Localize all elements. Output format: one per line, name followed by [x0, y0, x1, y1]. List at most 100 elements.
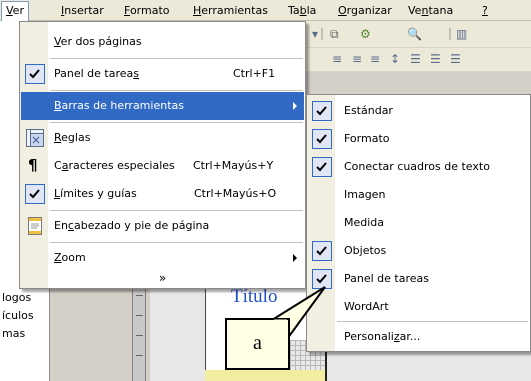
rulers-icon — [26, 129, 44, 147]
label-rest: oom — [61, 251, 86, 264]
label-pre: En — [54, 219, 68, 232]
menu-tabla-key: b — [299, 4, 307, 17]
label-pre: C — [54, 159, 62, 172]
left-pane-item[interactable]: ículos — [2, 309, 34, 322]
bullets-icon[interactable]: ☰ — [430, 52, 441, 66]
line-spacing-icon[interactable]: ↕ — [390, 52, 400, 66]
menu-herramientas[interactable]: Herramientas — [193, 4, 268, 17]
menu-separator — [50, 122, 303, 123]
menu-ayuda[interactable]: ? — [482, 4, 488, 17]
checkmark-icon — [312, 157, 332, 177]
left-pane-item[interactable]: mas — [2, 327, 25, 340]
menu-item-label: Barras de herramientas — [54, 99, 184, 112]
standard-toolbar: ▾ | ⧉ ⚙ 🔍 | ▥ — [300, 24, 531, 48]
menu-item-zoom[interactable]: Zoom — [21, 244, 304, 272]
menu-insertar[interactable]: Insertar — [61, 4, 104, 17]
submenu-item-conectar-cuadros[interactable]: Conectar cuadros de texto — [308, 153, 529, 181]
align-right-icon[interactable]: ≡ — [352, 52, 362, 66]
menu-separator — [50, 58, 303, 59]
label-key: s — [133, 67, 139, 80]
submenu-arrow-icon — [293, 102, 297, 110]
label-rest: abezado y pie de página — [73, 219, 210, 232]
menu-item-shortcut: Ctrl+F1 — [233, 67, 276, 80]
menu-item-label: Zoom — [54, 251, 86, 264]
zoom-icon[interactable]: 🔍 — [407, 27, 422, 41]
submenu-item-label: Estándar — [344, 104, 393, 117]
menu-tabla-rest: la — [306, 4, 317, 17]
checkmark-icon — [312, 269, 332, 289]
checkmark-icon — [312, 241, 332, 261]
menu-tabla[interactable]: Tabla — [288, 4, 316, 17]
ruler-tick — [136, 295, 143, 296]
menu-formato[interactable]: Formato — [124, 4, 170, 17]
menu-item-encabezado-y-pie[interactable]: Encabezado y pie de página — [21, 212, 304, 240]
submenu-item-label: WordArt — [344, 300, 389, 313]
expand-menu-icon[interactable]: » — [20, 269, 305, 287]
toolbars-submenu: Estándar Formato Conectar cuadros de tex… — [306, 94, 531, 352]
ruler-tick — [136, 315, 143, 316]
checkmark-icon — [25, 184, 45, 204]
vertical-ruler[interactable] — [132, 285, 146, 381]
menu-ventana[interactable]: Ventana — [408, 4, 453, 17]
menu-item-panel-de-tareas[interactable]: Panel de tareas Ctrl+F1 — [21, 60, 304, 88]
view-menu: Ver dos páginas Panel de tareas Ctrl+F1 … — [19, 21, 306, 289]
submenu-item-objetos[interactable]: Objetos — [308, 237, 529, 265]
menu-item-label: Caracteres especiales — [54, 159, 175, 172]
menu-organizar-key: O — [338, 4, 347, 17]
columns-icon[interactable]: ▥ — [456, 27, 467, 41]
left-pane-item[interactable]: logos — [2, 291, 31, 304]
menu-ver-rest: er — [12, 4, 24, 17]
submenu-item-medida[interactable]: Medida — [308, 209, 529, 237]
header-footer-icon — [26, 217, 44, 235]
document-title[interactable]: Título — [231, 286, 277, 308]
checkmark-icon — [312, 129, 332, 149]
toolbar-divider-icon: | — [320, 26, 325, 40]
submenu-item-label: Conectar cuadros de texto — [344, 160, 490, 173]
submenu-item-label: Objetos — [344, 244, 387, 257]
label-rest: er dos páginas — [60, 35, 142, 48]
submenu-item-label: Formato — [344, 132, 390, 145]
menu-separator — [50, 210, 303, 211]
menu-item-label: Panel de tareas — [54, 67, 139, 80]
hyperlink-icon[interactable]: ⚙ — [360, 27, 371, 41]
menu-item-limites-y-guias[interactable]: Límites y guías Ctrl+Mayús+O — [21, 180, 304, 208]
label-rest: eglas — [61, 131, 91, 144]
submenu-item-label: Panel de tareas — [344, 272, 429, 285]
menu-organizar[interactable]: Organizar — [338, 4, 392, 17]
submenu-item-formato[interactable]: Formato — [308, 125, 529, 153]
numbering-icon[interactable]: ☰ — [410, 52, 421, 66]
submenu-arrow-icon — [293, 254, 297, 262]
label-key: Z — [54, 251, 62, 264]
rotate-icon[interactable]: ⧉ — [330, 27, 339, 42]
submenu-item-personalizar[interactable]: Personalizar... — [308, 323, 529, 351]
callout-label: a — [225, 318, 290, 370]
submenu-item-label: Medida — [344, 216, 385, 229]
menu-item-barras-de-herramientas[interactable]: Barras de herramientas — [21, 92, 304, 120]
submenu-item-panel-de-tareas[interactable]: Panel de tareas — [308, 265, 529, 293]
indent-icon[interactable]: ☰ — [450, 52, 461, 66]
menu-item-label: Reglas — [54, 131, 90, 144]
checkmark-icon — [312, 101, 332, 121]
submenu-item-wordart[interactable]: WordArt — [308, 293, 529, 321]
menu-insertar-rest: nsertar — [64, 4, 104, 17]
submenu-item-label: Personalizar... — [344, 330, 420, 343]
justify-icon[interactable]: ≡ — [370, 52, 380, 66]
menu-separator — [337, 321, 528, 322]
guide-strip — [205, 370, 325, 381]
ruler-tick — [136, 355, 143, 356]
label-rest: ímites y guías — [60, 187, 137, 200]
checkmark-icon — [25, 64, 45, 84]
label-rest: arras de herramientas — [61, 99, 184, 112]
menu-ventana-rest: tana — [428, 4, 454, 17]
menu-item-reglas[interactable]: Reglas — [21, 124, 304, 152]
menu-item-caracteres-especiales[interactable]: ¶ Caracteres especiales Ctrl+Mayús+Y — [21, 152, 304, 180]
menu-item-ver-dos-paginas[interactable]: Ver dos páginas — [21, 28, 304, 56]
menu-ver[interactable]: Ver — [1, 1, 29, 21]
menu-bar: Ver Insertar Formato Herramientas Tabla … — [0, 0, 531, 21]
menu-item-label: Ver dos páginas — [54, 35, 142, 48]
chevron-down-icon[interactable]: ▾ — [312, 27, 318, 41]
align-center-icon[interactable]: ≡ — [332, 52, 342, 66]
menu-formato-rest: ormato — [129, 4, 170, 17]
submenu-item-estandar[interactable]: Estándar — [308, 97, 529, 125]
submenu-item-imagen[interactable]: Imagen — [308, 181, 529, 209]
